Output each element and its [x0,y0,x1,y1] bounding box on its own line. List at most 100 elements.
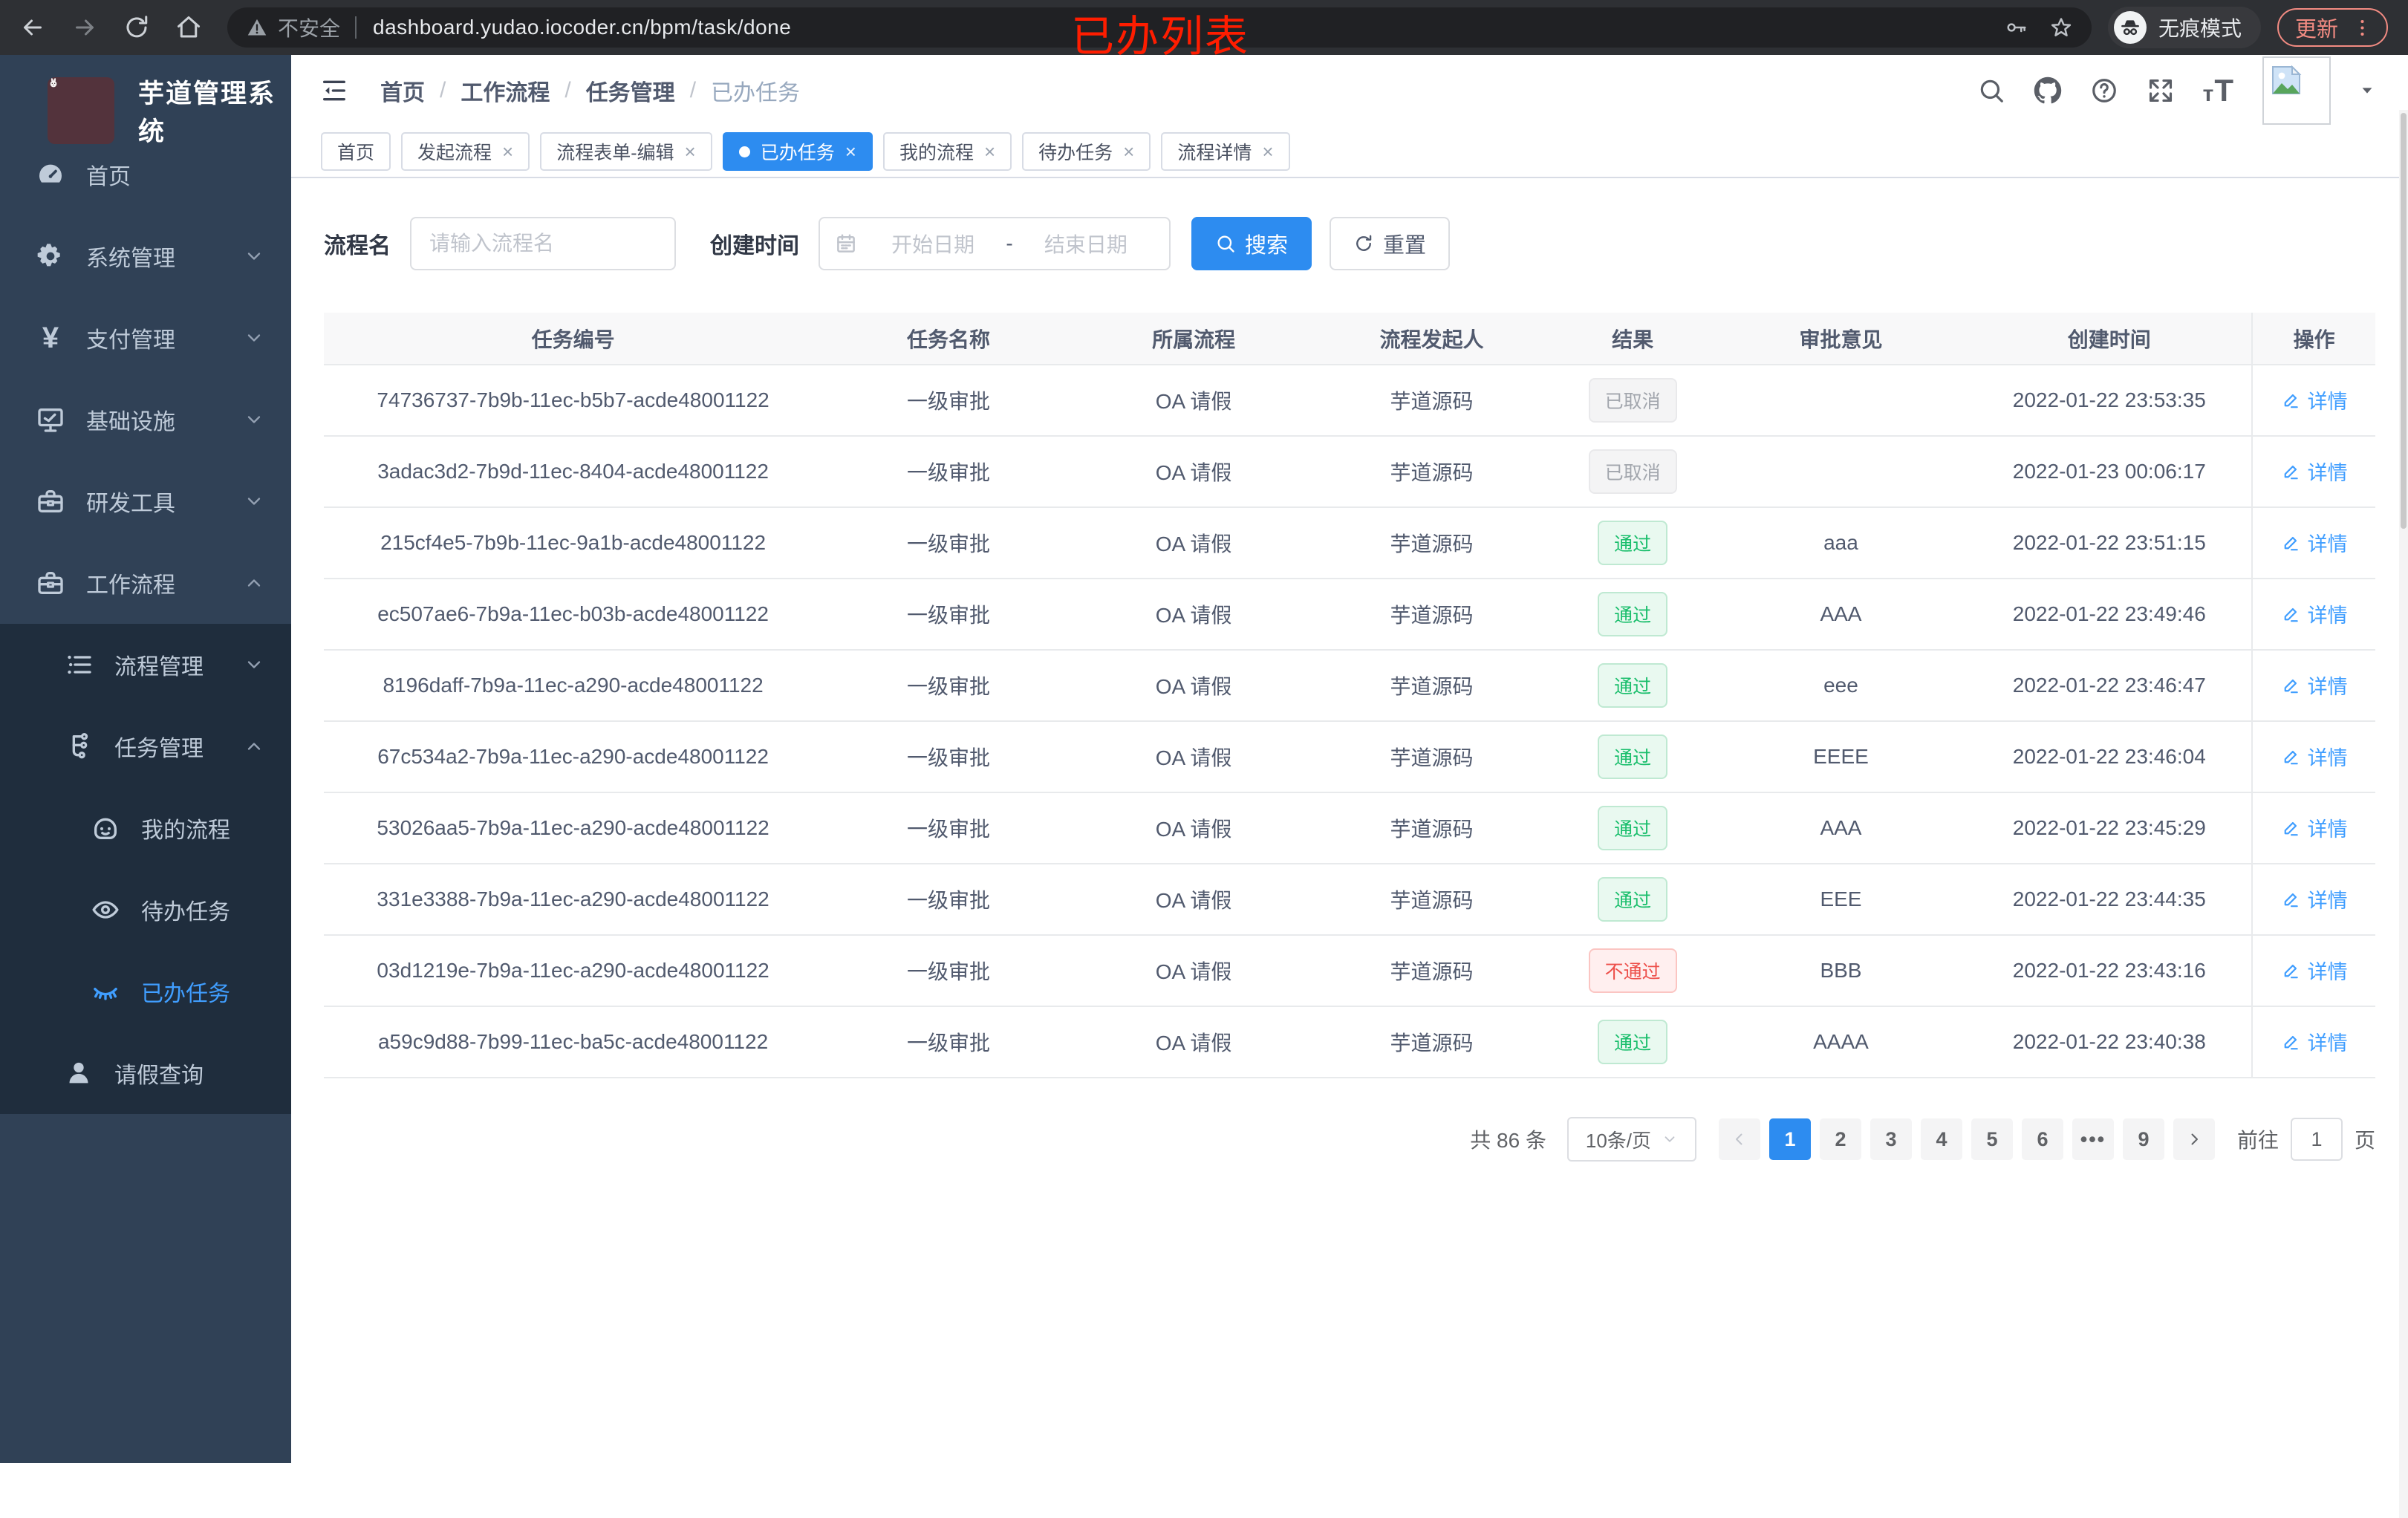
table-row[interactable]: 331e3388-7b9a-11ec-a290-acde48001122 一级审… [324,864,2375,936]
table-row[interactable]: 8196daff-7b9a-11ec-a290-acde48001122 一级审… [324,650,2375,722]
sidebar: 芋道管理系统 首页 系统管理 ¥ 支付管理 基础设施 研发工具 工作流程 流程管理 任务管理 我的… [0,55,291,1463]
sidebar-item-我的流程[interactable]: 我的流程 [0,787,291,869]
table-row[interactable]: a59c9d88-7b99-11ec-ba5c-acde48001122 一级审… [324,1006,2375,1078]
breadcrumb-item[interactable]: 工作流程 [461,74,550,107]
page-button-4[interactable]: 4 [1920,1118,1962,1160]
search-button[interactable]: 搜索 [1191,217,1312,270]
sidebar-item-首页[interactable]: 首页 [0,134,291,215]
sidebar-item-支付管理[interactable]: ¥ 支付管理 [0,297,291,379]
tab-流程表单-编辑[interactable]: 流程表单-编辑 × [540,132,712,171]
help-icon[interactable] [2090,76,2118,105]
next-page-button[interactable] [2173,1118,2215,1160]
comment-cell: EEEE [1714,721,1968,793]
home-icon[interactable] [175,14,208,41]
breadcrumb-item[interactable]: 首页 [380,74,425,107]
page-button-2[interactable]: 2 [1819,1118,1861,1160]
start-date-placeholder[interactable]: 开始日期 [865,229,1001,258]
sidebar-item-请假查询[interactable]: 请假查询 [0,1032,291,1114]
close-icon[interactable]: × [502,142,513,161]
date-range-picker[interactable]: 开始日期 - 结束日期 [819,217,1171,270]
detail-link[interactable]: 详情 [2281,956,2348,985]
sidebar-item-已办任务[interactable]: 已办任务 [0,951,291,1032]
table-row[interactable]: ec507ae6-7b9a-11ec-b03b-acde48001122 一级审… [324,579,2375,651]
detail-link[interactable]: 详情 [2281,813,2348,842]
key-icon[interactable] [2005,16,2028,39]
github-icon[interactable] [2034,76,2062,105]
sidebar-item-系统管理[interactable]: 系统管理 [0,215,291,297]
page-button-5[interactable]: 5 [1971,1118,2013,1160]
close-icon[interactable]: × [984,142,995,161]
forward-icon[interactable] [71,14,104,41]
sidebar-item-任务管理[interactable]: 任务管理 [0,706,291,787]
table-row[interactable]: 03d1219e-7b9a-11ec-a290-acde48001122 一级审… [324,935,2375,1007]
sidebar-item-待办任务[interactable]: 待办任务 [0,869,291,951]
back-icon[interactable] [19,14,52,41]
tab-我的流程[interactable]: 我的流程 × [882,132,1012,171]
page-button-1[interactable]: 1 [1768,1118,1811,1160]
more-pages-icon[interactable]: ••• [2072,1118,2114,1160]
hamburger-icon[interactable] [319,76,349,105]
reload-icon[interactable] [123,14,156,41]
detail-link[interactable]: 详情 [2281,742,2348,771]
sidebar-item-研发工具[interactable]: 研发工具 [0,460,291,542]
detail-label: 详情 [2307,961,2348,984]
breadcrumb-item[interactable]: 任务管理 [586,74,675,107]
sidebar-item-流程管理[interactable]: 流程管理 [0,624,291,706]
table-row[interactable]: 215cf4e5-7b9b-11ec-9a1b-acde48001122 一级审… [324,507,2375,579]
result-badge: 通过 [1598,521,1668,565]
detail-link[interactable]: 详情 [2281,385,2348,414]
process-cell: OA 请假 [1074,436,1313,508]
detail-link[interactable]: 详情 [2281,1027,2348,1056]
detail-link[interactable]: 详情 [2281,528,2348,557]
avatar[interactable] [2262,56,2331,125]
process-cell: OA 请假 [1074,721,1313,793]
process-name-input[interactable] [410,217,676,270]
page-button-9[interactable]: 9 [2122,1118,2164,1160]
sidebar-item-基础设施[interactable]: 基础设施 [0,379,291,460]
result-cell: 通过 [1550,579,1715,651]
goto-page-input[interactable] [2290,1118,2343,1161]
detail-link[interactable]: 详情 [2281,599,2348,628]
breadcrumb-separator: / [564,78,571,102]
result-cell: 通过 [1550,721,1715,793]
detail-link[interactable]: 详情 [2281,885,2348,913]
search-icon[interactable] [1977,76,2005,105]
table-row[interactable]: 74736737-7b9b-11ec-b5b7-acde48001122 一级审… [324,365,2375,437]
close-icon[interactable]: × [685,142,696,161]
scrollbar-thumb[interactable] [2401,113,2407,529]
col-create-time: 创建时间 [1967,313,2253,365]
fullscreen-icon[interactable] [2147,76,2175,105]
detail-link[interactable]: 详情 [2281,671,2348,700]
close-icon[interactable]: × [1123,142,1134,161]
image-placeholder-icon [2268,62,2304,98]
tab-待办任务[interactable]: 待办任务 × [1022,132,1151,171]
detail-link[interactable]: 详情 [2281,457,2348,486]
url-text[interactable]: dashboard.yudao.iocoder.cn/bpm/task/done [373,16,791,39]
update-button[interactable]: 更新 [2277,8,2389,47]
action-cell: 详情 [2251,650,2375,722]
kebab-menu-icon[interactable] [2352,17,2373,39]
tab-首页[interactable]: 首页 [321,132,391,171]
page-button-6[interactable]: 6 [2021,1118,2063,1160]
table-row[interactable]: 3adac3d2-7b9d-11ec-8404-acde48001122 一级审… [324,436,2375,508]
end-date-placeholder[interactable]: 结束日期 [1018,229,1154,258]
caret-down-icon[interactable] [2359,82,2375,99]
security-label[interactable]: 不安全 [278,13,340,42]
table-row[interactable]: 53026aa5-7b9a-11ec-a290-acde48001122 一级审… [324,792,2375,864]
update-label[interactable]: 更新 [2295,12,2338,43]
page-button-3[interactable]: 3 [1870,1118,1912,1160]
star-icon[interactable] [2050,16,2072,39]
page-size-select[interactable]: 10条/页 [1566,1117,1696,1162]
table-row[interactable]: 67c534a2-7b9a-11ec-a290-acde48001122 一级审… [324,721,2375,793]
tab-发起流程[interactable]: 发起流程 × [401,132,530,171]
tab-流程详情[interactable]: 流程详情 × [1161,132,1290,171]
navbar-tools: тT [1977,56,2375,125]
sidebar-item-工作流程[interactable]: 工作流程 [0,542,291,624]
tab-已办任务[interactable]: 已办任务 × [722,132,873,171]
scrollbar[interactable] [2399,110,2408,1518]
prev-page-button[interactable] [1718,1118,1760,1160]
reset-button[interactable]: 重置 [1330,217,1451,270]
close-icon[interactable]: × [1262,142,1273,161]
close-icon[interactable]: × [845,142,856,161]
font-size-icon[interactable]: тT [2203,73,2234,108]
